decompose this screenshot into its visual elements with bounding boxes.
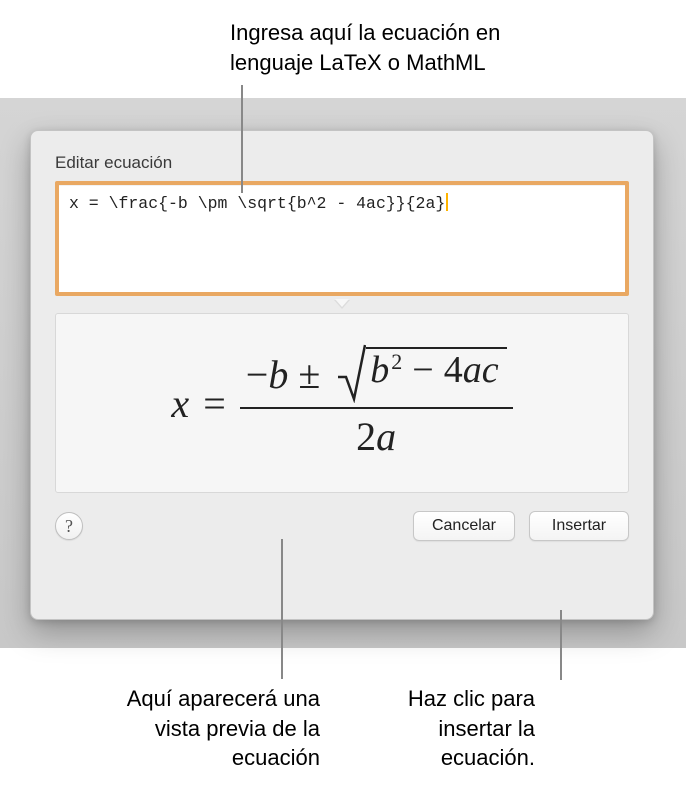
insert-button[interactable]: Insertar	[529, 511, 629, 541]
rad-c: c	[482, 351, 499, 389]
eq-equals: =	[203, 380, 226, 427]
eq-neg: −	[246, 351, 269, 398]
rad-exp: 2	[391, 351, 402, 373]
leader-line	[241, 85, 243, 193]
eq-lhs: x	[171, 380, 189, 427]
den-a: a	[376, 414, 396, 459]
eq-denominator: 2a	[350, 409, 402, 460]
latex-input-text: x = \frac{-b \pm \sqrt{b^2 - 4ac}}{2a}	[69, 194, 445, 213]
preview-arrow-icon	[334, 300, 350, 309]
callout-insert: Haz clic para insertar la ecuación.	[345, 684, 535, 773]
callout-preview: Aquí aparecerá una vista previa de la ec…	[90, 684, 320, 773]
text-caret	[446, 193, 448, 211]
leader-line	[281, 539, 283, 679]
callout-input: Ingresa aquí la ecuación en lenguaje LaT…	[230, 18, 590, 77]
cancel-button[interactable]: Cancelar	[413, 511, 515, 541]
eq-sqrt: b 2 − 4 a c	[336, 347, 506, 403]
eq-pm: ±	[298, 351, 320, 398]
help-button[interactable]: ?	[55, 512, 83, 540]
den-two: 2	[356, 414, 376, 459]
dialog-title: Editar ecuación	[55, 153, 629, 173]
dialog-footer: ? Cancelar Insertar	[55, 511, 629, 541]
latex-input[interactable]: x = \frac{-b \pm \sqrt{b^2 - 4ac}}{2a}	[55, 181, 629, 296]
edit-equation-dialog: Editar ecuación x = \frac{-b \pm \sqrt{b…	[30, 130, 654, 620]
rad-a: a	[463, 351, 482, 389]
eq-numerator: − b ± b 2 − 4 a c	[240, 347, 513, 407]
eq-radicand: b 2 − 4 a c	[366, 347, 506, 403]
eq-b: b	[268, 351, 288, 398]
rendered-equation: x = − b ± b 2 − 4	[171, 347, 512, 460]
radical-icon	[336, 341, 366, 403]
equation-preview: x = − b ± b 2 − 4	[55, 313, 629, 493]
eq-fraction: − b ± b 2 − 4 a c	[240, 347, 513, 460]
rad-four: 4	[444, 351, 463, 389]
leader-line	[560, 610, 562, 680]
rad-b: b	[370, 351, 389, 389]
rad-minus: −	[412, 351, 433, 389]
